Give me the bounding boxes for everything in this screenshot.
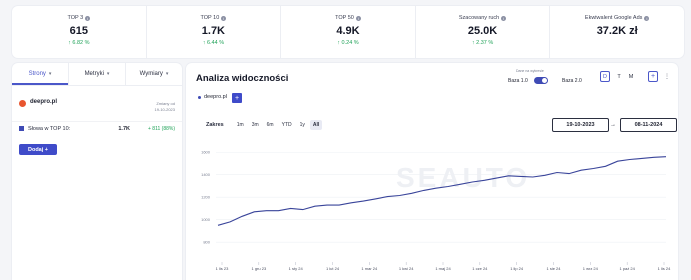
stat-change: ↑ 6.44 % xyxy=(202,40,225,46)
stat-label: TOP 3 xyxy=(67,15,84,21)
keyword-label: Słowa w TOP 10: xyxy=(28,125,71,132)
x-tick-label: 1 lut 24 xyxy=(326,266,340,271)
base-switch[interactable] xyxy=(534,77,548,84)
period-week-button[interactable]: T xyxy=(614,71,624,82)
switch-knob xyxy=(542,78,547,83)
x-tick-label: 1 cze 24 xyxy=(472,266,488,271)
chevron-down-icon: ▾ xyxy=(106,71,110,77)
date-to-input[interactable]: 08-11-2024 xyxy=(620,118,677,132)
x-tick-label: 1 lip 24 xyxy=(510,266,524,271)
x-tick-label: 1 sty 24 xyxy=(289,266,304,271)
base2-label: Baza 2.0 xyxy=(562,78,582,84)
stat-top10: TOP 10 i 1.7K ↑ 6.44 % xyxy=(147,6,282,58)
tab-label: Strony xyxy=(28,71,46,77)
domain-chip-label: deepro.pl xyxy=(204,94,227,100)
stat-change: ↑ 2.37 % xyxy=(471,40,494,46)
range-1y-button[interactable]: 1y xyxy=(297,120,308,130)
domain-chip[interactable]: deepro.pl xyxy=(198,94,227,100)
visibility-panel: Analiza widoczności Dane na wykresie Baz… xyxy=(186,63,678,280)
info-icon[interactable]: i xyxy=(85,15,91,21)
range-6m-button[interactable]: 6m xyxy=(264,120,277,130)
range-all-button[interactable]: All xyxy=(309,120,323,130)
y-tick-label: 1200 xyxy=(201,195,211,200)
keyword-change: + 811 (88%) xyxy=(147,125,175,132)
more-icon[interactable]: ⋮ xyxy=(664,73,670,80)
series-dot-icon xyxy=(198,95,201,99)
changed-date: 19-10-2023 xyxy=(154,107,175,112)
stat-value: 1.7K xyxy=(201,25,226,37)
x-tick-label: 1 paź 24 xyxy=(619,266,635,271)
y-tick-label: 800 xyxy=(203,240,210,245)
base-caption: Dane na wykresie xyxy=(516,69,544,73)
stat-value: 37.2K zł xyxy=(596,25,638,37)
stat-top3: TOP 3i 615 ↑ 6.82 % xyxy=(12,6,147,58)
domain-name: deepro.pl xyxy=(30,99,58,105)
x-tick-label: 1 lis 24 xyxy=(658,266,671,271)
date-from-input[interactable]: 19-10-2023 xyxy=(552,118,609,132)
stat-change: ↑ 0.24 % xyxy=(337,40,359,46)
info-icon[interactable]: i xyxy=(221,15,227,21)
y-tick-label: 1600 xyxy=(201,150,211,155)
info-icon[interactable]: i xyxy=(501,15,507,21)
info-icon[interactable]: i xyxy=(644,15,650,21)
stat-traffic: Szacowany ruch i 25.0K ↑ 2.37 % xyxy=(416,6,551,58)
tab-metryki[interactable]: Metryki ▾ xyxy=(69,63,126,85)
stat-value: 25.0K xyxy=(467,25,498,37)
visibility-chart: SEAUTO 800 1000 1200 1400 1600 1 lis 23 1 gru… xyxy=(201,150,671,271)
left-panel: Strony ▾ Metryki ▾ Wymiary ▾ deepro.pl Zmia… xyxy=(12,63,182,280)
left-tabs: Strony ▾ Metryki ▾ Wymiary ▾ xyxy=(12,63,182,86)
y-tick-label: 1400 xyxy=(201,172,211,177)
stat-label: TOP 10 xyxy=(200,15,220,21)
stat-label: Szacowany ruch xyxy=(458,15,500,21)
stats-bar: TOP 3i 615 ↑ 6.82 % TOP 10 i 1.7K ↑ 6.44 … xyxy=(12,6,684,58)
x-tick-label: 1 sie 24 xyxy=(546,266,561,271)
page-title: Analiza widoczności xyxy=(196,73,289,84)
range-3m-button[interactable]: 3m xyxy=(249,120,262,130)
tab-label: Metryki xyxy=(84,71,104,77)
keyword-value: 1.7K xyxy=(118,125,130,132)
y-tick-label: 1000 xyxy=(201,217,211,222)
stat-change: ↑ 6.82 % xyxy=(68,40,90,46)
x-tick-label: 1 lis 23 xyxy=(216,266,229,271)
stat-value: 615 xyxy=(69,25,88,37)
tab-strony[interactable]: Strony ▾ xyxy=(12,63,69,85)
series-checkbox[interactable] xyxy=(19,126,24,131)
info-icon[interactable]: i xyxy=(355,15,361,21)
chevron-down-icon: ▾ xyxy=(165,71,169,77)
watermark: SEAUTO xyxy=(396,162,530,193)
add-button[interactable]: Dodaj + xyxy=(19,144,57,155)
stat-value: 4.9K xyxy=(336,25,360,37)
range-1m-button[interactable]: 1m xyxy=(234,120,247,130)
range-selector: Zakres 1m 3m 6m YTD 1y All xyxy=(206,120,323,130)
tab-label: Wymiary xyxy=(139,71,163,77)
add-series-button[interactable]: + xyxy=(648,71,658,82)
stat-top50: TOP 50 i 4.9K ↑ 0.24 % xyxy=(281,6,416,58)
x-tick-label: 1 kwi 24 xyxy=(399,266,414,271)
tab-wymiary[interactable]: Wymiary ▾ xyxy=(126,63,182,85)
base1-label: Baza 1.0 xyxy=(508,78,528,84)
range-ytd-button[interactable]: YTD xyxy=(279,120,295,130)
range-label: Zakres xyxy=(206,122,224,128)
domain-row: deepro.pl Zmiany od 19-10-2023 xyxy=(12,86,182,121)
favicon-icon xyxy=(19,100,26,107)
changed-since: Zmiany od 19-10-2023 xyxy=(155,101,175,113)
chevron-down-icon: ▾ xyxy=(48,71,52,77)
x-tick-label: 1 gru 23 xyxy=(251,266,266,271)
add-domain-button[interactable]: + xyxy=(232,93,242,103)
x-tick-label: 1 maj 24 xyxy=(435,266,451,271)
arrow-right-icon: → xyxy=(610,122,616,128)
x-tick-label: 1 wrz 24 xyxy=(583,266,599,271)
x-tick-label: 1 mar 24 xyxy=(361,266,378,271)
stat-label: Ekwiwalent Google Ads xyxy=(584,15,643,21)
period-day-button[interactable]: D xyxy=(600,71,610,82)
keyword-row[interactable]: Słowa w TOP 10: 1.7K + 811 (88%) xyxy=(12,121,182,135)
stat-ads-equivalent: Ekwiwalent Google Ads i 37.2K zł xyxy=(550,6,684,58)
base-toggle: Dane na wykresie Baza 1.0 Baza 2.0 xyxy=(508,69,582,87)
period-month-button[interactable]: M xyxy=(626,71,636,82)
stat-label: TOP 50 xyxy=(335,15,354,21)
